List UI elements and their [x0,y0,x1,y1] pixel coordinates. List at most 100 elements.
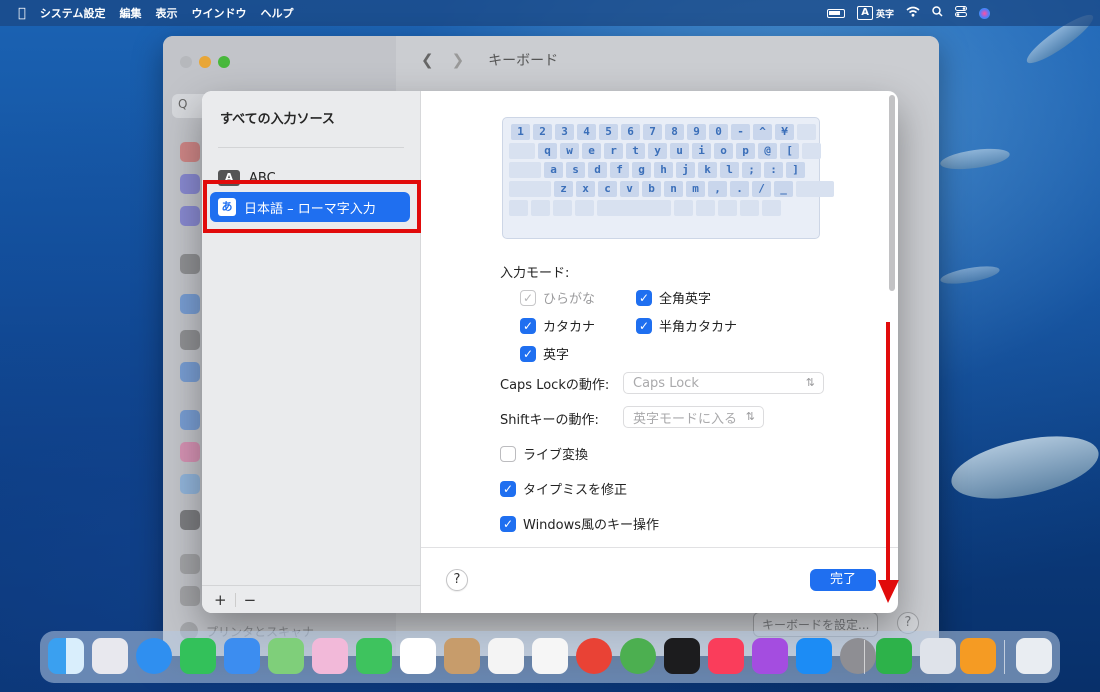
wallet-icon[interactable] [180,510,200,530]
windows-key-behavior-checkbox[interactable]: ✓ Windows風のキー操作 [500,514,659,533]
checkbox-label: ライブ変換 [523,448,589,463]
mail-icon[interactable] [224,638,260,674]
menu-bar-extras: A 英字 [827,0,990,26]
music-icon[interactable] [708,638,744,674]
done-button[interactable]: 完了 [810,569,876,591]
numbers-icon[interactable] [876,638,912,674]
add-source-button[interactable]: + [214,591,227,609]
tv-icon[interactable] [664,638,700,674]
maps-icon[interactable] [268,638,304,674]
scroll-down-arrow-annotation [878,322,899,603]
key: 4 [577,124,596,140]
checkbox-label: 半角カタカナ [659,320,738,335]
menu-view[interactable]: 表示 [155,5,177,21]
remove-source-button[interactable]: − [244,591,257,609]
caps-lock-popup[interactable]: Caps Lock ⇅ [623,372,824,394]
dock-divider [864,640,865,674]
general-icon[interactable] [180,254,200,274]
dolphin-decoration [939,262,1001,288]
reminders-icon[interactable] [488,638,524,674]
apple-menu-icon[interactable]:  [18,6,26,21]
key: 5 [599,124,618,140]
chrome-icon[interactable] [576,638,612,674]
focus-icon[interactable] [180,174,200,194]
screen-time-icon[interactable] [180,206,200,226]
typo-correction-checkbox[interactable]: ✓ タイプミスを修正 [500,479,627,498]
sound-icon[interactable] [180,142,200,162]
wifi-icon[interactable] [906,6,920,20]
caps-lock-label: Caps Lockの動作: [500,378,610,393]
keyboard-settings-icon[interactable] [180,554,200,574]
input-source-indicator[interactable]: A 英字 [857,6,894,20]
minimize-window-button[interactable] [199,56,211,68]
checkmark-icon: ✓ [636,317,652,334]
input-sources-sheet: すべての入力ソース A ABC あ 日本語 – ローマ字入力 + − 1 2 3… [202,91,898,613]
launchpad-icon[interactable] [92,638,128,674]
input-mode-hiragana[interactable]: ✓ ひらがな [520,288,595,307]
input-source-label: 英字 [875,9,894,20]
keyboard-row: z x c v b n m , . / _ [509,181,834,197]
icloud-icon[interactable] [180,474,200,494]
settings-toolbar: ❮ ❯ キーボード [421,50,558,70]
system-settings-icon[interactable] [840,638,876,674]
photos-icon[interactable] [312,638,348,674]
menu-window[interactable]: ウインドウ [191,5,246,21]
messages-icon[interactable] [180,638,216,674]
menu-app-name[interactable]: システム設定 [40,5,106,21]
key: / [752,181,771,197]
key: u [670,143,689,159]
popup-value: Caps Lock [633,375,699,391]
checkmark-icon: ✓ [520,345,536,362]
notes-icon[interactable] [532,638,568,674]
finder-icon[interactable] [48,638,84,674]
checkbox-icon [500,445,516,462]
checkmark-icon: ✓ [520,317,536,334]
key: 2 [533,124,552,140]
pages-icon[interactable] [960,638,996,674]
spotlight-icon[interactable] [932,6,943,20]
menu-help[interactable]: ヘルプ [260,5,293,21]
key: k [698,162,717,178]
chrome-alt-icon[interactable] [620,638,656,674]
podcasts-icon[interactable] [752,638,788,674]
users-icon[interactable] [180,362,200,382]
input-mode-roman[interactable]: ✓ 英字 [520,344,569,363]
keyboard-row [509,200,813,216]
trash-icon[interactable] [1016,638,1052,674]
keyboard-row: 1 2 3 4 5 6 7 8 9 0 - ^ ¥ [509,124,816,140]
help-button[interactable]: ? [446,569,468,591]
safari-icon[interactable] [136,638,172,674]
key [597,200,671,216]
siri-icon[interactable] [979,7,990,19]
input-mode-fullwidth-roman[interactable]: ✓ 全角英字 [636,288,711,307]
checkmark-icon: ✓ [500,515,516,532]
contacts-icon[interactable] [444,638,480,674]
facetime-icon[interactable] [356,638,392,674]
forward-chevron-icon[interactable]: ❯ [452,51,465,69]
close-window-button[interactable] [180,56,192,68]
updown-chevron-icon: ⇅ [805,376,815,389]
key: t [626,143,645,159]
internet-accounts-icon[interactable] [180,410,200,430]
menu-edit[interactable]: 編集 [119,5,141,21]
input-mode-katakana[interactable]: ✓ カタカナ [520,316,595,335]
game-center-icon[interactable] [180,442,200,462]
input-mode-label: 入力モード: [500,266,570,281]
battery-icon[interactable] [827,8,846,18]
calendar-icon[interactable] [400,638,436,674]
scroll-thumb[interactable] [889,95,895,291]
key: e [582,143,601,159]
highlight-annotation [203,180,421,233]
trackpad-icon[interactable] [180,586,200,606]
privacy-icon[interactable] [180,294,200,314]
input-mode-halfwidth-katakana[interactable]: ✓ 半角カタカナ [636,316,737,335]
control-center-icon[interactable] [955,6,967,20]
lock-screen-icon[interactable] [180,330,200,350]
back-chevron-icon[interactable]: ❮ [421,51,434,69]
shift-key-popup[interactable]: 英字モードに入る ⇅ [623,406,764,428]
key: r [604,143,623,159]
screenshot-icon[interactable] [920,638,956,674]
app-store-icon[interactable] [796,638,832,674]
live-conversion-checkbox[interactable]: ライブ変換 [500,444,588,463]
zoom-window-button[interactable] [218,56,230,68]
